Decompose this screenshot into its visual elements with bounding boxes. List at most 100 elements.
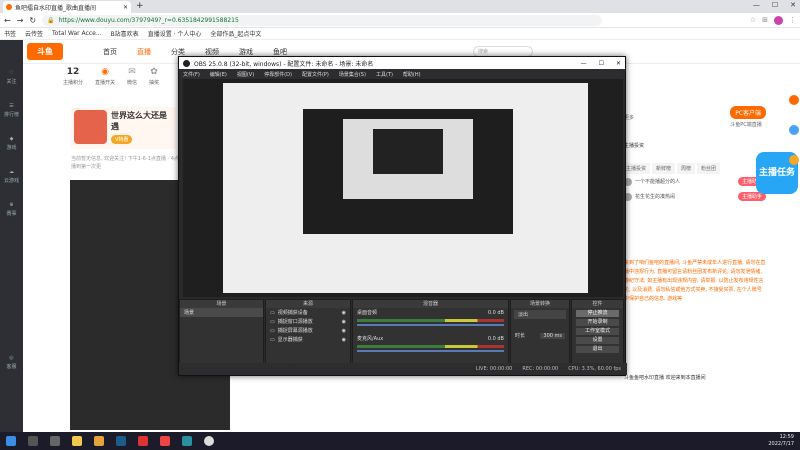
rp-top: 更多 PC客户端 斗鱼PC端直播: [620, 102, 770, 132]
tab-weekly[interactable]: 周榜: [677, 163, 696, 174]
tab-invest[interactable]: 主播投资: [622, 163, 651, 174]
bookmark-item[interactable]: 直播设置 · 个人中心: [148, 29, 202, 38]
volume-slider[interactable]: [357, 324, 504, 326]
banner-pill[interactable]: V特惠: [110, 135, 133, 144]
nav-video[interactable]: 视频: [205, 47, 219, 57]
menu-edit[interactable]: 编辑(E): [210, 71, 227, 78]
stat-switch[interactable]: ◉ 直播开关: [95, 67, 115, 112]
menu-file[interactable]: 文件(F): [183, 71, 200, 78]
taskbar-clock[interactable]: 12:59 2022/7/17: [768, 434, 794, 448]
reload-icon[interactable]: ↻: [29, 16, 36, 25]
rank-icon: ☰: [9, 103, 14, 109]
close-window-icon[interactable]: ✕: [790, 1, 796, 9]
source-item[interactable]: ▭ 捕捉屏幕源播放 ◉: [266, 326, 350, 335]
eye-icon[interactable]: ◉: [342, 319, 346, 325]
new-tab-icon[interactable]: +: [136, 1, 144, 11]
nav-live[interactable]: 直播: [137, 47, 151, 57]
stat-value: 12: [66, 67, 80, 77]
window-controls: — ☐ ✕: [753, 1, 796, 9]
app-icon[interactable]: [94, 436, 104, 446]
eye-icon[interactable]: ◉: [342, 337, 346, 343]
menu-docks[interactable]: 停靠部件(D): [264, 71, 292, 78]
nav-fishbar[interactable]: 鱼吧: [273, 47, 287, 57]
bookmark-item[interactable]: 云传签: [25, 29, 43, 38]
menu-profile[interactable]: 配置文件(P): [302, 71, 329, 78]
explorer-icon[interactable]: [72, 436, 82, 446]
settings-button[interactable]: 设置: [576, 337, 619, 344]
bookmark-item[interactable]: 书签: [4, 29, 16, 38]
eye-icon[interactable]: ◉: [342, 328, 346, 334]
menu-view[interactable]: 视图(V): [237, 71, 254, 78]
obs-title-bar: OBS 25.0.8 (32-bit, windows) - 配置文件: 未命名…: [179, 57, 625, 69]
obs-icon[interactable]: [204, 436, 214, 446]
duration-input[interactable]: 300 ms: [540, 332, 565, 339]
url-text: https://www.douyu.com/3797949?_r=0.63518…: [58, 16, 239, 24]
browser-tab[interactable]: 鱼吧擂自水印直播_歌曲直播间 ✕: [3, 1, 131, 13]
exit-button[interactable]: 退出: [576, 346, 619, 353]
nav-cloud-game[interactable]: ☁ 云游戏: [4, 169, 19, 184]
source-item[interactable]: ▭ 视频捕获设备 ◉: [266, 308, 350, 317]
netease-icon[interactable]: [138, 436, 148, 446]
bookmark-item[interactable]: Total War Acce...: [52, 30, 102, 37]
star-icon[interactable]: ☆: [750, 16, 756, 24]
douyu-logo[interactable]: 斗鱼: [27, 43, 63, 60]
obs-close-icon[interactable]: ✕: [616, 60, 621, 67]
nav-follow[interactable]: ♡ 关注: [6, 70, 16, 85]
side-fish-icon[interactable]: [789, 95, 799, 105]
stat-score: 12 主播积分: [63, 67, 83, 112]
taskview-icon[interactable]: [50, 436, 60, 446]
maximize-icon[interactable]: ☐: [772, 1, 778, 9]
nav-home[interactable]: 首页: [103, 47, 117, 57]
tab-fresh[interactable]: 新鲜榜: [652, 163, 676, 174]
back-icon[interactable]: ←: [4, 16, 11, 25]
minimize-icon[interactable]: —: [753, 1, 760, 9]
recursive-capture: [373, 129, 443, 174]
transition-select[interactable]: 淡出: [514, 310, 566, 319]
source-item[interactable]: ▭ 捕捉窗口源播放 ◉: [266, 317, 350, 326]
obs-maximize-icon[interactable]: ☐: [599, 60, 604, 67]
bookmark-item[interactable]: 全部作品_起点中文: [210, 29, 261, 38]
menu-tools[interactable]: 工具(T): [376, 71, 393, 78]
bookmark-item[interactable]: B站喜欢表: [111, 29, 139, 38]
close-tab-icon[interactable]: ✕: [123, 4, 128, 11]
track-level: 0.0 dB: [487, 335, 504, 342]
nav-rank[interactable]: ☰ 排行榜: [4, 103, 19, 118]
pc-client-button[interactable]: PC客户端: [730, 106, 766, 119]
extensions-icon[interactable]: ⊞: [762, 16, 768, 24]
steam-icon[interactable]: [116, 436, 126, 446]
chrome-icon[interactable]: [160, 436, 170, 446]
menu-icon[interactable]: ⋮: [789, 16, 796, 24]
menu-help[interactable]: 帮助(H): [403, 71, 421, 78]
stop-streaming-button[interactable]: 停止推流: [576, 310, 619, 317]
obs-minimize-icon[interactable]: —: [581, 60, 587, 67]
edge-icon[interactable]: [182, 436, 192, 446]
nav-support[interactable]: ◎ 客服: [6, 355, 16, 370]
list-item[interactable]: 花生花生的凑热闹 主播助手: [620, 189, 770, 204]
list-item[interactable]: 一个不能播超分的人 主播助手: [620, 174, 770, 189]
search-icon[interactable]: [28, 436, 38, 446]
nav-game[interactable]: ◆ 游戏: [6, 136, 16, 151]
menu-scene-collection[interactable]: 场景集合(S): [339, 71, 366, 78]
profile-avatar[interactable]: [774, 15, 783, 25]
source-item[interactable]: ▭ 显示器捕获 ◉: [266, 335, 350, 344]
nav-games[interactable]: 游戏: [239, 47, 253, 57]
obs-preview[interactable]: [183, 79, 623, 297]
mixer-track: 麦克风/Aux 0.0 dB: [353, 334, 508, 343]
eye-icon[interactable]: ◉: [342, 310, 346, 316]
stat-lottery[interactable]: ✿ 抽奖: [149, 67, 159, 112]
forward-icon[interactable]: →: [17, 16, 24, 25]
scene-item[interactable]: 场景: [180, 308, 263, 317]
studio-mode-button[interactable]: 工作室模式: [576, 328, 619, 335]
start-recording-button[interactable]: 开始录制: [576, 319, 619, 326]
side-gift-icon[interactable]: [789, 125, 799, 135]
side-task-icon[interactable]: [789, 155, 799, 165]
stat-wechat[interactable]: ✉ 微信: [127, 67, 137, 112]
nav-category[interactable]: 分类: [171, 47, 185, 57]
url-input[interactable]: 🔒 https://www.douyu.com/3797949?_r=0.635…: [42, 14, 603, 26]
track-level: 0.0 dB: [487, 309, 504, 316]
anchor-banner[interactable]: 世界这么大还是遇 V特惠: [71, 107, 176, 149]
volume-slider[interactable]: [357, 350, 504, 352]
tab-fans[interactable]: 粉丝团: [697, 163, 721, 174]
nav-events[interactable]: ♛ 赛事: [6, 202, 16, 217]
start-icon[interactable]: [6, 436, 16, 446]
